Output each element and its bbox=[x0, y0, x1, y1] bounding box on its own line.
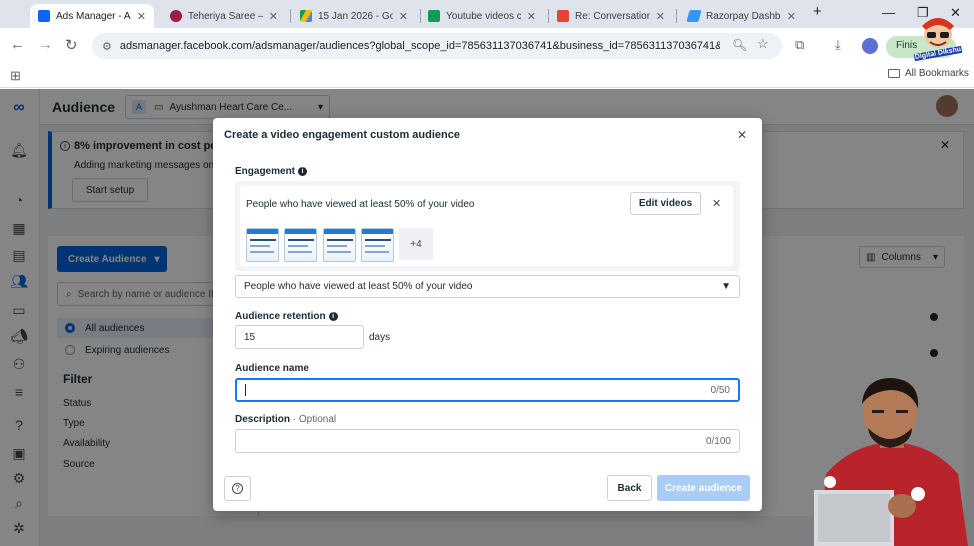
edit-videos-button[interactable]: Edit videos bbox=[630, 192, 701, 215]
tab-teheriya-saree[interactable]: Teheriya Saree – P ✕ bbox=[162, 4, 286, 28]
forward-arrow-icon[interactable]: → bbox=[38, 36, 53, 53]
dialog-title: Create a video engagement custom audienc… bbox=[224, 129, 460, 141]
tab-youtube-videos-sheet[interactable]: Youtube videos co ✕ bbox=[420, 4, 544, 28]
close-tab-icon[interactable]: ✕ bbox=[137, 10, 146, 23]
address-bar[interactable]: ⚙ adsmanager.facebook.com/adsmanager/aud… bbox=[92, 33, 782, 59]
tab-razorpay[interactable]: Razorpay Dashboa ✕ bbox=[680, 4, 804, 28]
description-label: Description · Optional bbox=[235, 414, 337, 425]
close-tab-icon[interactable]: ✕ bbox=[656, 10, 665, 23]
help-button[interactable]: ? bbox=[224, 476, 251, 501]
download-icon[interactable]: ⤓ bbox=[835, 37, 841, 53]
retention-label: Audience retention i bbox=[235, 311, 338, 322]
url-text: adsmanager.facebook.com/adsmanager/audie… bbox=[119, 40, 720, 52]
close-dialog-icon[interactable]: ✕ bbox=[737, 128, 747, 142]
retention-unit: days bbox=[369, 332, 391, 343]
profile-extension-icon[interactable] bbox=[862, 38, 878, 54]
remove-engagement-icon[interactable]: ✕ bbox=[712, 197, 721, 210]
tab-separator bbox=[676, 9, 677, 23]
meta-favicon-icon bbox=[38, 10, 50, 22]
description-char-counter: 0/100 bbox=[705, 435, 731, 447]
video-thumbnail bbox=[361, 228, 394, 262]
more-videos-count[interactable]: +4 bbox=[399, 228, 433, 260]
tab-gmail-conversation[interactable]: Re: Conversation w ✕ bbox=[549, 4, 673, 28]
video-thumbnail bbox=[284, 228, 317, 262]
sheets-favicon-icon bbox=[428, 10, 440, 22]
close-tab-icon[interactable]: ✕ bbox=[527, 10, 536, 23]
video-thumbnail bbox=[246, 228, 279, 262]
engagement-type-select[interactable]: People who have viewed at least 50% of y… bbox=[235, 275, 740, 298]
new-tab-button[interactable]: + bbox=[813, 3, 822, 20]
tab-ads-manager[interactable]: Ads Manager - Au ✕ bbox=[30, 4, 154, 28]
zoom-icon[interactable]: 🔍︎ bbox=[732, 38, 747, 52]
saree-favicon-icon bbox=[170, 10, 182, 22]
back-arrow-icon[interactable]: ← bbox=[10, 36, 25, 53]
retention-days-input[interactable]: 15 bbox=[235, 325, 364, 349]
browser-toolbar: ← → ↻ ⚙ adsmanager.facebook.com/adsmanag… bbox=[0, 28, 974, 64]
bookmarks-bar: ⊞ All Bookmarks bbox=[0, 64, 974, 88]
minimize-icon[interactable]: — bbox=[882, 5, 895, 20]
name-char-counter: 0/50 bbox=[710, 384, 730, 396]
caret-down-icon: ▼ bbox=[721, 281, 731, 292]
browser-tab-strip: Ads Manager - Au ✕ Teheriya Saree – P ✕ … bbox=[0, 0, 974, 28]
tab-google-drive[interactable]: 15 Jan 2026 - Goo ✕ bbox=[292, 4, 416, 28]
info-icon[interactable]: i bbox=[298, 167, 308, 176]
close-tab-icon[interactable]: ✕ bbox=[269, 10, 278, 23]
back-button[interactable]: Back bbox=[607, 475, 652, 501]
audience-name-input[interactable]: 0/50 bbox=[235, 378, 740, 402]
gmail-favicon-icon bbox=[557, 10, 569, 22]
close-tab-icon[interactable]: ✕ bbox=[787, 10, 796, 23]
site-settings-icon[interactable]: ⚙ bbox=[102, 40, 112, 53]
engagement-summary: People who have viewed at least 50% of y… bbox=[246, 199, 475, 210]
extensions-icon[interactable]: ⧉ bbox=[795, 37, 804, 53]
apps-grid-icon[interactable]: ⊞ bbox=[10, 68, 21, 84]
info-icon[interactable]: i bbox=[328, 312, 338, 321]
reload-icon[interactable]: ↻ bbox=[65, 36, 78, 54]
description-input[interactable]: 0/100 bbox=[235, 429, 740, 453]
tab-separator bbox=[290, 9, 291, 23]
bookmark-star-icon[interactable]: ☆ bbox=[757, 36, 769, 52]
presenter-webcam-overlay: hp bbox=[812, 374, 974, 546]
razorpay-favicon-icon bbox=[686, 10, 702, 22]
audience-name-label: Audience name bbox=[235, 363, 309, 374]
drive-favicon-icon bbox=[300, 10, 312, 22]
folder-icon bbox=[888, 69, 900, 78]
create-video-audience-dialog: Create a video engagement custom audienc… bbox=[213, 118, 762, 511]
presenter-figure bbox=[814, 378, 968, 546]
video-thumbnail bbox=[323, 228, 356, 262]
close-tab-icon[interactable]: ✕ bbox=[399, 10, 408, 23]
text-cursor bbox=[245, 384, 246, 396]
create-audience-submit-button[interactable]: Create audience bbox=[657, 475, 750, 501]
brand-mascot-logo: Digital Dikshu bbox=[913, 14, 963, 66]
question-icon: ? bbox=[232, 483, 243, 494]
all-bookmarks-folder[interactable]: All Bookmarks bbox=[888, 68, 969, 79]
engagement-label: Engagement i bbox=[235, 166, 308, 177]
